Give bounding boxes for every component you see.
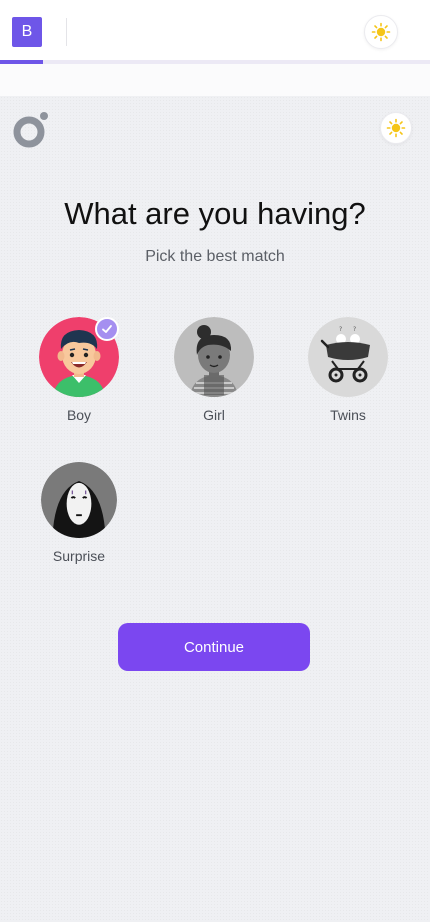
option-boy[interactable]: Boy [29,317,129,423]
option-label-girl: Girl [203,407,225,423]
theme-toggle-button[interactable] [364,15,398,49]
app-logo-icon [13,112,48,148]
svg-text:?: ? [353,326,356,333]
header-spacer [0,64,430,96]
selected-check-badge [95,317,119,341]
option-surprise[interactable]: Surprise [29,462,129,564]
topbar-divider [66,18,67,46]
option-girl[interactable]: Girl [164,317,264,423]
page-title: What are you having? [64,196,366,231]
option-twins[interactable]: ? ? Twins [298,317,398,423]
option-label-boy: Boy [66,407,92,423]
continue-button[interactable]: Continue [118,623,310,671]
option-label-surprise: Surprise [52,548,106,564]
sun-icon [371,22,391,42]
svg-text:?: ? [339,326,342,333]
brand-letter: B [21,23,33,40]
sun-icon [386,118,406,138]
page-subtitle: Pick the best match [145,248,285,265]
brand-logo-button[interactable]: B [12,17,42,47]
top-app-bar: B [0,0,430,64]
stroller-icon: ? ? [308,317,388,397]
masked-face-icon [41,462,117,538]
panel-theme-toggle-button[interactable] [380,112,412,144]
onboarding-panel: What are you having? Pick the best match [0,96,430,922]
option-label-twins: Twins [330,407,366,423]
surprise-avatar [41,462,117,538]
twins-avatar: ? ? [308,317,388,397]
girl-avatar [174,317,254,397]
check-icon [102,325,112,333]
boy-avatar [39,317,119,397]
girl-icon [174,317,254,397]
